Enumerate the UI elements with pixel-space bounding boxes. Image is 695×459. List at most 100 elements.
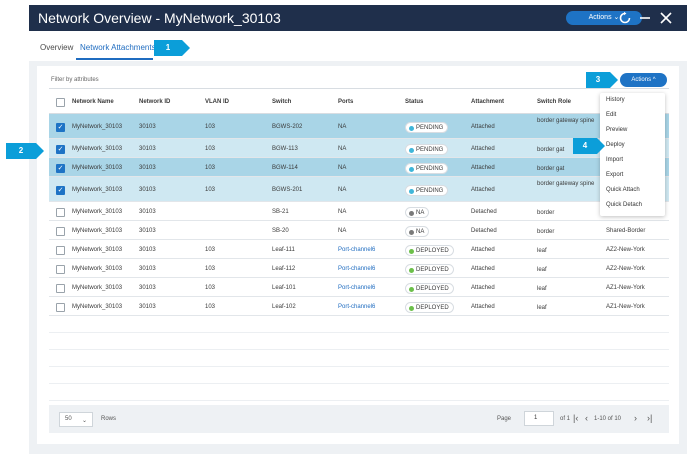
minimize-icon[interactable]: [636, 9, 654, 27]
table-row[interactable]: ✓ MyNetwork_30103 30103 103 BGW-114 NA Attache…: [49, 158, 669, 177]
empty-row: [49, 333, 669, 350]
cell-vlan-id: 103: [205, 146, 216, 152]
status-dot-icon: [409, 211, 414, 216]
col-switch[interactable]: Switch: [272, 99, 291, 105]
filter-input[interactable]: Filter by attributes: [51, 77, 99, 83]
cell-ports[interactable]: Port-channel6: [338, 285, 375, 291]
row-checkbox[interactable]: [56, 208, 65, 217]
row-checkbox[interactable]: [56, 265, 65, 274]
next-page-icon[interactable]: ›: [634, 413, 637, 423]
last-page-icon[interactable]: ›|: [647, 413, 652, 423]
row-checkbox[interactable]: [56, 303, 65, 312]
col-ports[interactable]: Ports: [338, 99, 353, 105]
callout-1: 1: [154, 40, 190, 56]
row-checkbox[interactable]: ✓: [56, 123, 65, 132]
menu-item-export[interactable]: Export: [606, 172, 623, 178]
close-icon[interactable]: [657, 9, 675, 27]
cell-attachment: Attached: [471, 266, 495, 272]
cell-ports: NA: [338, 146, 347, 152]
menu-item-quick-attach[interactable]: Quick Attach: [606, 187, 640, 193]
menu-item-import[interactable]: Import: [606, 157, 623, 163]
cell-switch: Leaf-101: [272, 285, 296, 291]
status-text: PENDING: [416, 188, 444, 194]
page-number-input[interactable]: 1: [524, 411, 554, 426]
title-bar: Network Overview - MyNetwork_30103 Actio…: [29, 5, 687, 31]
main-content: Overview Network Attachments Filter by a…: [29, 31, 687, 454]
cell-switch-role: border: [537, 229, 555, 235]
status-text: PENDING: [416, 147, 444, 153]
col-vlan-id[interactable]: VLAN ID: [205, 99, 229, 105]
table-row[interactable]: ✓ MyNetwork_30103 30103 103 BGWS-201 NA Attach…: [49, 177, 669, 202]
cell-network-name: MyNetwork_30103: [72, 209, 123, 215]
cell-switch: SB-20: [272, 228, 289, 234]
rows-label: Rows: [101, 416, 117, 422]
status-dot-icon: [409, 249, 414, 254]
cell-ports[interactable]: Port-channel6: [338, 304, 375, 310]
table-row[interactable]: ✓ MyNetwork_30103 30103 103 BGWS-202 NA Attach…: [49, 114, 669, 139]
cell-ports[interactable]: Port-channel6: [338, 266, 375, 272]
col-attachment[interactable]: Attachment: [471, 99, 504, 105]
cell-switch: BGWS-202: [272, 124, 303, 130]
row-checkbox[interactable]: ✓: [56, 145, 65, 154]
status-dot-icon: [409, 287, 414, 292]
row-checkbox[interactable]: ✓: [56, 186, 65, 195]
range-label: 1-10 of 10: [594, 416, 622, 422]
rows-per-page-select[interactable]: 50 ⌄: [59, 412, 93, 427]
empty-row: [49, 316, 669, 333]
cell-attachment: Attached: [471, 165, 495, 171]
status-badge: PENDING: [405, 163, 449, 174]
table-row[interactable]: MyNetwork_30103 30103 103 Leaf-102 Port-chan…: [49, 297, 669, 316]
prev-page-icon[interactable]: ‹: [585, 413, 588, 423]
col-status[interactable]: Status: [405, 99, 423, 105]
status-badge: NA: [405, 226, 430, 237]
cell-ports[interactable]: Port-channel6: [338, 247, 375, 253]
table-actions-button[interactable]: Actions ^: [620, 73, 667, 87]
menu-item-edit[interactable]: Edit: [606, 112, 616, 118]
cell-network-name: MyNetwork_30103: [72, 187, 123, 193]
status-dot-icon: [409, 268, 414, 273]
cell-attachment: Detached: [471, 228, 497, 234]
table-row[interactable]: MyNetwork_30103 30103 103 Leaf-112 Port-chan…: [49, 259, 669, 278]
tab-network-attachments[interactable]: Network Attachments: [80, 43, 156, 52]
cell-ports: NA: [338, 228, 347, 234]
cell-switch: BGW-114: [272, 165, 298, 171]
cell-network-id: 30103: [139, 247, 156, 253]
first-page-icon[interactable]: |‹: [573, 413, 578, 423]
menu-item-deploy[interactable]: Deploy: [606, 142, 625, 148]
cell-switch: SB-21: [272, 209, 289, 215]
status-text: DEPLOYED: [416, 267, 449, 273]
col-switch-role[interactable]: Switch Role: [537, 99, 571, 105]
cell-network-id: 30103: [139, 304, 156, 310]
col-network-id[interactable]: Network ID: [139, 99, 170, 105]
row-checkbox[interactable]: [56, 246, 65, 255]
row-checkbox[interactable]: [56, 227, 65, 236]
status-dot-icon: [409, 167, 414, 172]
row-checkbox[interactable]: [56, 284, 65, 293]
cell-network-id: 30103: [139, 285, 156, 291]
table-row[interactable]: MyNetwork_30103 30103 103 Leaf-111 Port-chan…: [49, 240, 669, 259]
status-badge: DEPLOYED: [405, 245, 454, 256]
cell-attachment: Attached: [471, 187, 495, 193]
status-text: PENDING: [416, 125, 444, 131]
cell-network-id: 30103: [139, 228, 156, 234]
tab-overview[interactable]: Overview: [40, 43, 73, 52]
menu-item-preview[interactable]: Preview: [606, 127, 627, 133]
refresh-icon[interactable]: [616, 9, 634, 27]
cell-switch-role: leaf: [537, 248, 547, 254]
menu-item-history[interactable]: History: [606, 97, 625, 103]
row-checkbox[interactable]: ✓: [56, 164, 65, 173]
table-row[interactable]: MyNetwork_30103 30103 SB-20 NA Detached Share…: [49, 221, 669, 240]
status-text: DEPLOYED: [416, 305, 449, 311]
select-all-checkbox[interactable]: [56, 98, 65, 107]
col-network-name[interactable]: Network Name: [72, 99, 114, 105]
table-row[interactable]: MyNetwork_30103 30103 SB-21 NA Detached borde…: [49, 202, 669, 221]
cell-switch: BGWS-201: [272, 187, 303, 193]
cell-vlan-id: 103: [205, 304, 216, 310]
cell-ports: NA: [338, 165, 347, 171]
table-row[interactable]: MyNetwork_30103 30103 103 Leaf-101 Port-chan…: [49, 278, 669, 297]
cell-network-name: MyNetwork_30103: [72, 266, 123, 272]
menu-item-quick-detach[interactable]: Quick Detach: [606, 202, 642, 208]
cell-network-id: 30103: [139, 124, 156, 130]
status-dot-icon: [409, 230, 414, 235]
cell-network-name: MyNetwork_30103: [72, 124, 123, 130]
